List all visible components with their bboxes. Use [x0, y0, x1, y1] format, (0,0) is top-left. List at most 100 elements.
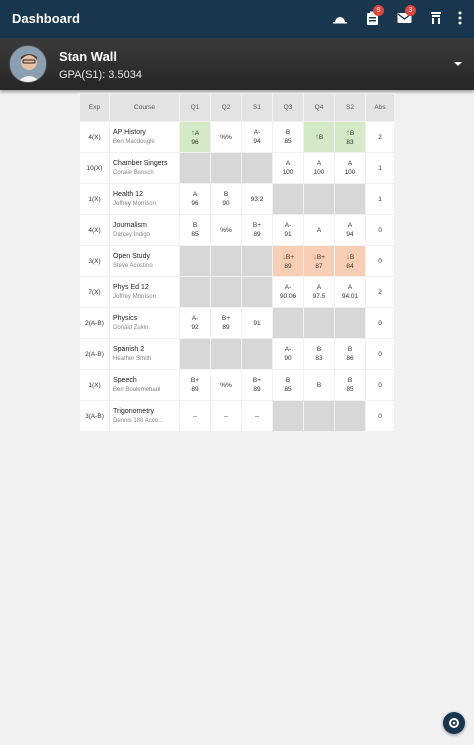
- grade-value: A: [347, 284, 353, 291]
- cell-q1[interactable]: --: [179, 400, 211, 432]
- cell-s1[interactable]: B+ 89: [241, 214, 273, 246]
- grade-letter: B: [180, 221, 210, 230]
- grade-percent: 89: [191, 386, 199, 393]
- cell-exp: 1(X): [79, 369, 110, 401]
- grade-value: B: [349, 129, 355, 137]
- cell-course[interactable]: Journalism Darcey Indigo: [109, 214, 180, 246]
- cell-q2[interactable]: B+ 89: [210, 307, 242, 339]
- cell-course[interactable]: Phys Ed 12 Joffrey Morrison: [109, 276, 180, 308]
- table-row[interactable]: 2(A-B) Spanish 2 Heather Smith A- 90 B 83 B 86 0: [79, 338, 395, 370]
- grade-percent: 94: [346, 231, 354, 238]
- grade-letter: ↓B: [335, 252, 365, 262]
- cell-q1[interactable]: B 85: [179, 214, 211, 246]
- cell-s1[interactable]: B+ 89: [241, 369, 273, 401]
- course-name: Journalism: [113, 222, 147, 229]
- cell-q3[interactable]: B 85: [272, 369, 304, 401]
- cell-s2[interactable]: B 86: [334, 338, 366, 370]
- grade-percent: 86: [346, 355, 354, 362]
- cell-s1[interactable]: 91: [241, 307, 273, 339]
- cell-course[interactable]: Spanish 2 Heather Smith: [109, 338, 180, 370]
- grade-letter: A-: [273, 221, 303, 230]
- grade-letter: ↑A: [180, 128, 210, 138]
- grade-percent: 87: [315, 262, 323, 270]
- cell-abs: 0: [365, 245, 395, 277]
- cell-q2[interactable]: B 90: [210, 183, 242, 215]
- header-exp: Exp: [79, 93, 110, 122]
- cell-q4[interactable]: A: [303, 214, 335, 246]
- cell-q1[interactable]: A- 92: [179, 307, 211, 339]
- cell-q4[interactable]: ↓B+ 87: [303, 245, 335, 277]
- table-row[interactable]: 2(A-B) Physics Donald Zukin A- 92 B+ 89 91 0: [79, 307, 395, 339]
- table-row[interactable]: 4(X) Journalism Darcey Indigo B 85%% B+ 89 A- 91…: [79, 214, 395, 246]
- cell-s1: [241, 152, 273, 184]
- cell-course[interactable]: Trigonometry Dennis 180 Acco...: [109, 400, 180, 432]
- cell-q1[interactable]: B+ 89: [179, 369, 211, 401]
- cell-q1[interactable]: ↑A 96: [179, 121, 211, 153]
- cell-s2[interactable]: A 94: [334, 214, 366, 246]
- cell-course[interactable]: Speech Ben Boulemebaul: [109, 369, 180, 401]
- course-teacher: Steve Acostino: [113, 263, 153, 269]
- cell-q2[interactable]: %%: [210, 121, 242, 153]
- course-name: Trigonometry: [113, 408, 154, 415]
- cell-course[interactable]: Physics Donald Zukin: [109, 307, 180, 339]
- app-title: Dashboard: [12, 11, 80, 26]
- assignments-badge: 9: [373, 5, 384, 16]
- cell-abs: 1: [365, 152, 395, 184]
- chevron-down-icon[interactable]: [450, 56, 466, 72]
- student-name: Stan Wall: [59, 49, 118, 64]
- table-row[interactable]: 4(X) AP History Ben Macdougle ↑A 96%% A- 94 B 85…: [79, 121, 395, 153]
- cell-course[interactable]: Chamber Singers Coralie Bensch: [109, 152, 180, 184]
- student-header[interactable]: Stan Wall GPA(S1): 3.5034: [0, 38, 474, 90]
- cell-q3[interactable]: A 100: [272, 152, 304, 184]
- cell-q4[interactable]: B: [303, 369, 335, 401]
- cell-s2[interactable]: A 94.01: [334, 276, 366, 308]
- cell-q2[interactable]: %%: [210, 214, 242, 246]
- table-row[interactable]: 7(X) Phys Ed 12 Joffrey Morrison A- 90.06 A 97…: [79, 276, 395, 308]
- cell-s2[interactable]: A 100: [334, 152, 366, 184]
- table-row[interactable]: 1(X) Speech Ben Boulemebaul B+ 89%% B+ 89 B 85 B B…: [79, 369, 395, 401]
- cell-s1[interactable]: 93.2: [241, 183, 273, 215]
- cell-course[interactable]: AP History Ben Macdougle: [109, 121, 180, 153]
- cell-s2[interactable]: ↓B 84: [334, 245, 366, 277]
- more-vert-icon[interactable]: [450, 8, 470, 28]
- grade-value: A: [192, 191, 198, 198]
- cell-s1: [241, 276, 273, 308]
- cell-q2: [210, 245, 242, 277]
- table-row[interactable]: 3(A-B) Trigonometry Dennis 180 Acco... -- --…: [79, 400, 395, 432]
- grade-value: A-: [284, 284, 292, 291]
- grade-value: B: [349, 253, 355, 261]
- settings-button[interactable]: [443, 712, 465, 734]
- grade-value: A: [316, 160, 322, 167]
- cell-exp: 3(A-B): [79, 400, 110, 432]
- table-row[interactable]: 1(X) Health 12 Joffrey Morrison A 96 B 90 93.2 1: [79, 183, 395, 215]
- cell-course[interactable]: Health 12 Joffrey Morrison: [109, 183, 180, 215]
- cell-q2[interactable]: --: [210, 400, 242, 432]
- cell-q3[interactable]: B 85: [272, 121, 304, 153]
- cell-course[interactable]: Open Study Steve Acostino: [109, 245, 180, 277]
- cell-q1[interactable]: A 96: [179, 183, 211, 215]
- cell-s1[interactable]: --: [241, 400, 273, 432]
- cell-q3[interactable]: ↓B+ 89: [272, 245, 304, 277]
- grade-value: B+: [252, 377, 262, 384]
- cell-q3[interactable]: A- 90.06: [272, 276, 304, 308]
- cell-s1[interactable]: A- 94: [241, 121, 273, 153]
- grade-letter: A: [304, 159, 334, 168]
- table-row[interactable]: 3(X) Open Study Steve Acostino ↓B+ 89 ↓B+ 87 ↓B…: [79, 245, 395, 277]
- weather-icon[interactable]: [330, 8, 350, 28]
- cell-q1: [179, 338, 211, 370]
- cell-s2[interactable]: B 85: [334, 369, 366, 401]
- grade-value: B: [318, 134, 324, 141]
- header-q4: Q4: [303, 93, 335, 122]
- cell-q4[interactable]: B 83: [303, 338, 335, 370]
- cell-q3[interactable]: A- 91: [272, 214, 304, 246]
- cell-q4[interactable]: A 100: [303, 152, 335, 184]
- assignments-icon[interactable]: 9: [362, 5, 384, 28]
- table-row[interactable]: 10(X) Chamber Singers Coralie Bensch A 100 A 1…: [79, 152, 395, 184]
- cell-s2[interactable]: ↑B 83: [334, 121, 366, 153]
- cell-q4[interactable]: A 97.5: [303, 276, 335, 308]
- cell-q4[interactable]: ↑B: [303, 121, 335, 153]
- cell-q3[interactable]: A- 90: [272, 338, 304, 370]
- mail-icon[interactable]: 3: [394, 5, 416, 28]
- cell-q2[interactable]: %%: [210, 369, 242, 401]
- school-icon[interactable]: [426, 8, 446, 28]
